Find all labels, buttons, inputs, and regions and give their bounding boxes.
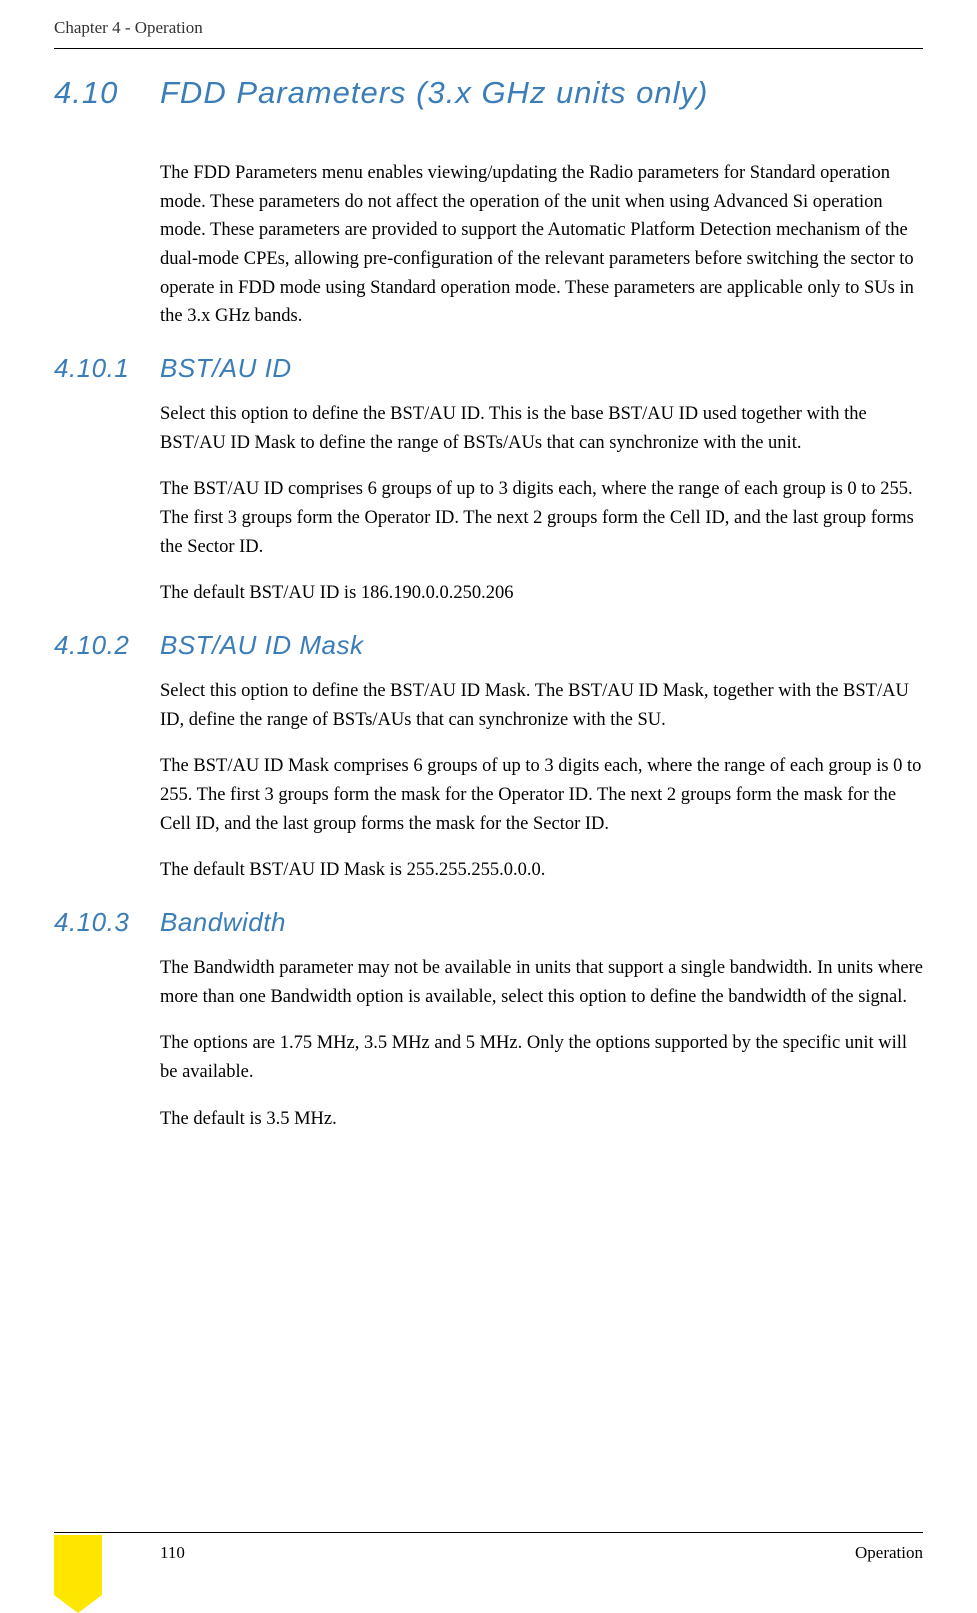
subsection-heading: 4.10.2BST/AU ID Mask xyxy=(54,630,923,661)
body-paragraph: Select this option to define the BST/AU … xyxy=(160,400,923,457)
subsection-title: BST/AU ID Mask xyxy=(160,630,363,660)
subsection-number: 4.10.2 xyxy=(54,630,160,661)
body-paragraph: Select this option to define the BST/AU … xyxy=(160,677,923,734)
body-paragraph: The default BST/AU ID is 186.190.0.0.250… xyxy=(160,579,923,608)
main-intro-paragraph: The FDD Parameters menu enables viewing/… xyxy=(160,159,923,331)
page-header: Chapter 4 - Operation xyxy=(54,18,923,49)
page-number: 110 xyxy=(160,1543,185,1563)
subsection-number: 4.10.1 xyxy=(54,353,160,384)
subsection-number: 4.10.3 xyxy=(54,907,160,938)
subsection-title: Bandwidth xyxy=(160,907,286,937)
yellow-tab-decoration xyxy=(54,1535,102,1595)
body-paragraph: The default is 3.5 MHz. xyxy=(160,1105,923,1134)
subsection-heading: 4.10.1BST/AU ID xyxy=(54,353,923,384)
main-section-heading: 4.10FDD Parameters (3.x GHz units only) xyxy=(54,75,923,111)
body-paragraph: The options are 1.75 MHz, 3.5 MHz and 5 … xyxy=(160,1029,923,1086)
body-paragraph: The Bandwidth parameter may not be avail… xyxy=(160,954,923,1011)
body-paragraph: The BST/AU ID Mask comprises 6 groups of… xyxy=(160,752,923,838)
body-paragraph: The BST/AU ID comprises 6 groups of up t… xyxy=(160,475,923,561)
footer-inner: 110 Operation xyxy=(54,1543,923,1563)
subsection-title: BST/AU ID xyxy=(160,353,292,383)
content-area: 4.10FDD Parameters (3.x GHz units only) … xyxy=(54,75,923,1151)
main-section-title: FDD Parameters (3.x GHz units only) xyxy=(160,75,708,110)
body-paragraph: The default BST/AU ID Mask is 255.255.25… xyxy=(160,856,923,885)
chapter-label: Chapter 4 - Operation xyxy=(54,18,203,37)
subsection-heading: 4.10.3Bandwidth xyxy=(54,907,923,938)
page-footer: 110 Operation xyxy=(54,1532,923,1563)
main-section-number: 4.10 xyxy=(54,75,160,111)
footer-label: Operation xyxy=(855,1543,923,1563)
